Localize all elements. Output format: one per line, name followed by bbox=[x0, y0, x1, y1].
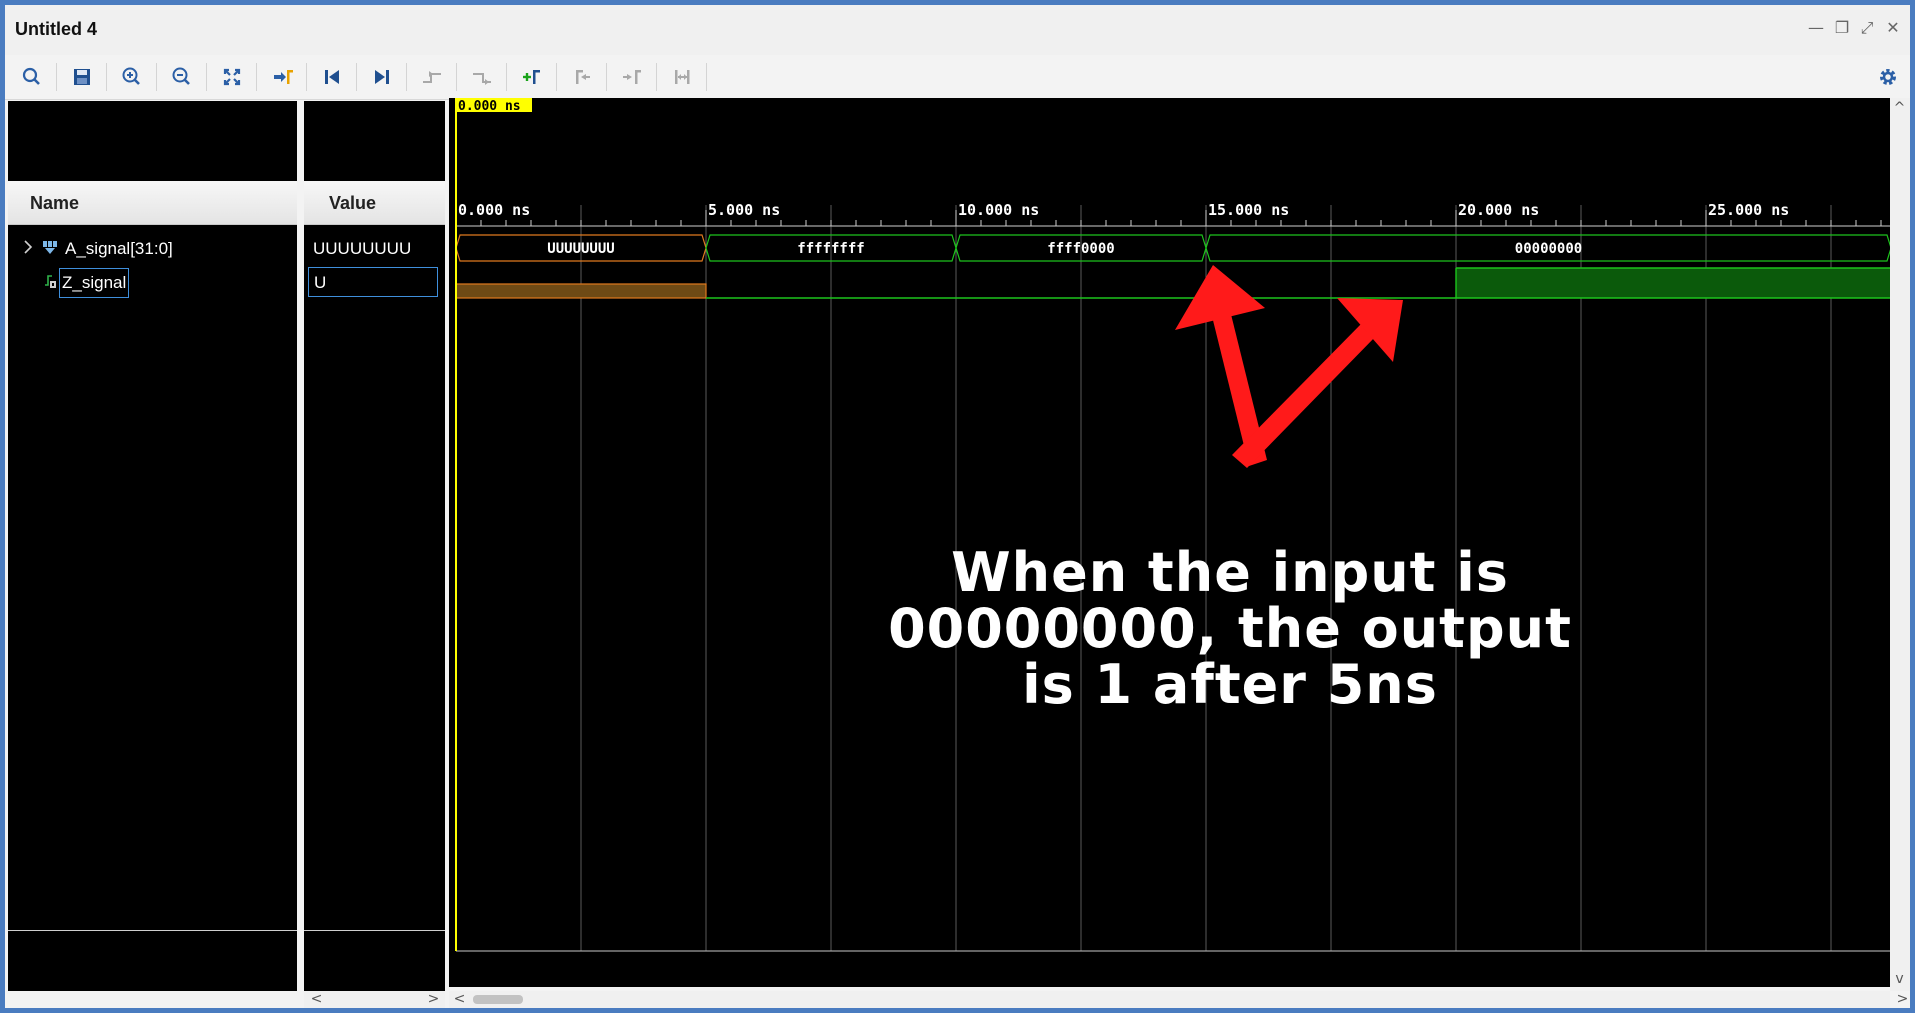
expand-chevron-icon[interactable] bbox=[21, 238, 35, 256]
wave-hscroll-thumb[interactable] bbox=[473, 995, 523, 1004]
signal-row-a[interactable]: A_signal[31:0] bbox=[8, 233, 297, 263]
bit-undefined-segment bbox=[455, 283, 707, 299]
bit-icon bbox=[44, 273, 58, 291]
bus-value-label: 00000000 bbox=[1515, 241, 1582, 257]
axis-tick-label: 0.000 ns bbox=[458, 201, 530, 219]
signal-value-a: UUUUUUUU bbox=[313, 239, 412, 258]
axis-tick-label: 15.000 ns bbox=[1208, 201, 1289, 219]
wave-hscrollbar[interactable] bbox=[449, 991, 1890, 1008]
signal-name-z: Z_signal bbox=[59, 268, 130, 298]
close-button[interactable]: ✕ bbox=[1882, 17, 1904, 39]
next-marker-icon[interactable] bbox=[617, 62, 647, 92]
annotation-line-3: is 1 after 5ns bbox=[1022, 653, 1438, 716]
signal-row-z[interactable]: Z_signal bbox=[8, 267, 297, 298]
axis-tick-label: 5.000 ns bbox=[708, 201, 780, 219]
restore-button[interactable]: ❐ bbox=[1831, 17, 1853, 39]
wave-scroll-right-arrow[interactable]: > bbox=[1894, 991, 1910, 1008]
value-column: Value UUUUUUUU U bbox=[304, 101, 445, 991]
previous-marker-icon[interactable] bbox=[567, 62, 597, 92]
value-header-label: Value bbox=[329, 193, 377, 213]
annotation-line-2: 00000000, the output bbox=[888, 597, 1572, 660]
value-scroll-left-arrow[interactable]: < bbox=[308, 991, 325, 1008]
save-icon[interactable] bbox=[67, 62, 97, 92]
value-column-header[interactable]: Value bbox=[304, 181, 445, 225]
arrow-right-shaft bbox=[1232, 322, 1377, 468]
annotation-line-1: When the input is bbox=[951, 541, 1509, 604]
bus-value-label: UUUUUUUU bbox=[547, 241, 614, 257]
bit-high-fill bbox=[1456, 268, 1890, 298]
wave-vscrollbar[interactable]: ^ v bbox=[1890, 98, 1910, 991]
axis-tick-label: 10.000 ns bbox=[958, 201, 1039, 219]
signal-name-a: A_signal[31:0] bbox=[65, 239, 173, 258]
bus-icon bbox=[42, 239, 58, 255]
signal-value-z-box[interactable]: U bbox=[308, 267, 438, 297]
minimize-button[interactable]: — bbox=[1805, 17, 1827, 39]
waveform-window: Untitled 4 — ❐ ⤢ ✕ Name A_signal[31:0] Z… bbox=[5, 5, 1910, 1008]
axis-tick-label: 25.000 ns bbox=[1708, 201, 1789, 219]
wave-scroll-up-arrow[interactable]: ^ bbox=[1891, 100, 1908, 117]
wave-scroll-left-arrow[interactable]: < bbox=[451, 991, 468, 1008]
signal-value-z: U bbox=[314, 273, 327, 292]
zoom-fit-icon[interactable] bbox=[217, 62, 247, 92]
zoom-in-icon[interactable] bbox=[117, 62, 147, 92]
zoom-out-icon[interactable] bbox=[167, 62, 197, 92]
swap-cursors-icon[interactable] bbox=[667, 62, 697, 92]
annotation-arrows bbox=[1175, 265, 1403, 468]
maximize-button[interactable]: ⤢ bbox=[1856, 17, 1878, 39]
settings-icon[interactable] bbox=[1873, 62, 1903, 92]
add-marker-icon[interactable] bbox=[517, 62, 547, 92]
go-to-last-time-icon[interactable] bbox=[367, 62, 397, 92]
title-bar: Untitled 4 — ❐ ⤢ ✕ bbox=[5, 5, 1910, 56]
name-column-header[interactable]: Name bbox=[8, 181, 297, 225]
wave-scroll-down-arrow[interactable]: v bbox=[1891, 971, 1908, 988]
bus-value-label: ffffffff bbox=[797, 241, 864, 257]
name-column: Name A_signal[31:0] Z_signal bbox=[8, 101, 297, 991]
search-icon[interactable] bbox=[17, 62, 47, 92]
axis-tick-label: 20.000 ns bbox=[1458, 201, 1539, 219]
annotation-text: When the input is 00000000, the output i… bbox=[860, 545, 1600, 713]
go-to-cursor-icon[interactable] bbox=[267, 62, 297, 92]
window-title: Untitled 4 bbox=[15, 19, 98, 39]
name-header-label: Name bbox=[30, 193, 80, 213]
previous-transition-icon[interactable] bbox=[417, 62, 447, 92]
value-scroll-right-arrow[interactable]: > bbox=[425, 991, 442, 1008]
toolbar bbox=[5, 55, 1910, 100]
cursor-time-label: 0.000 ns bbox=[458, 99, 521, 114]
go-to-time-0-icon[interactable] bbox=[317, 62, 347, 92]
bus-value-label: ffff0000 bbox=[1047, 241, 1114, 257]
value-hscrollbar[interactable] bbox=[304, 991, 445, 1008]
next-transition-icon[interactable] bbox=[467, 62, 497, 92]
